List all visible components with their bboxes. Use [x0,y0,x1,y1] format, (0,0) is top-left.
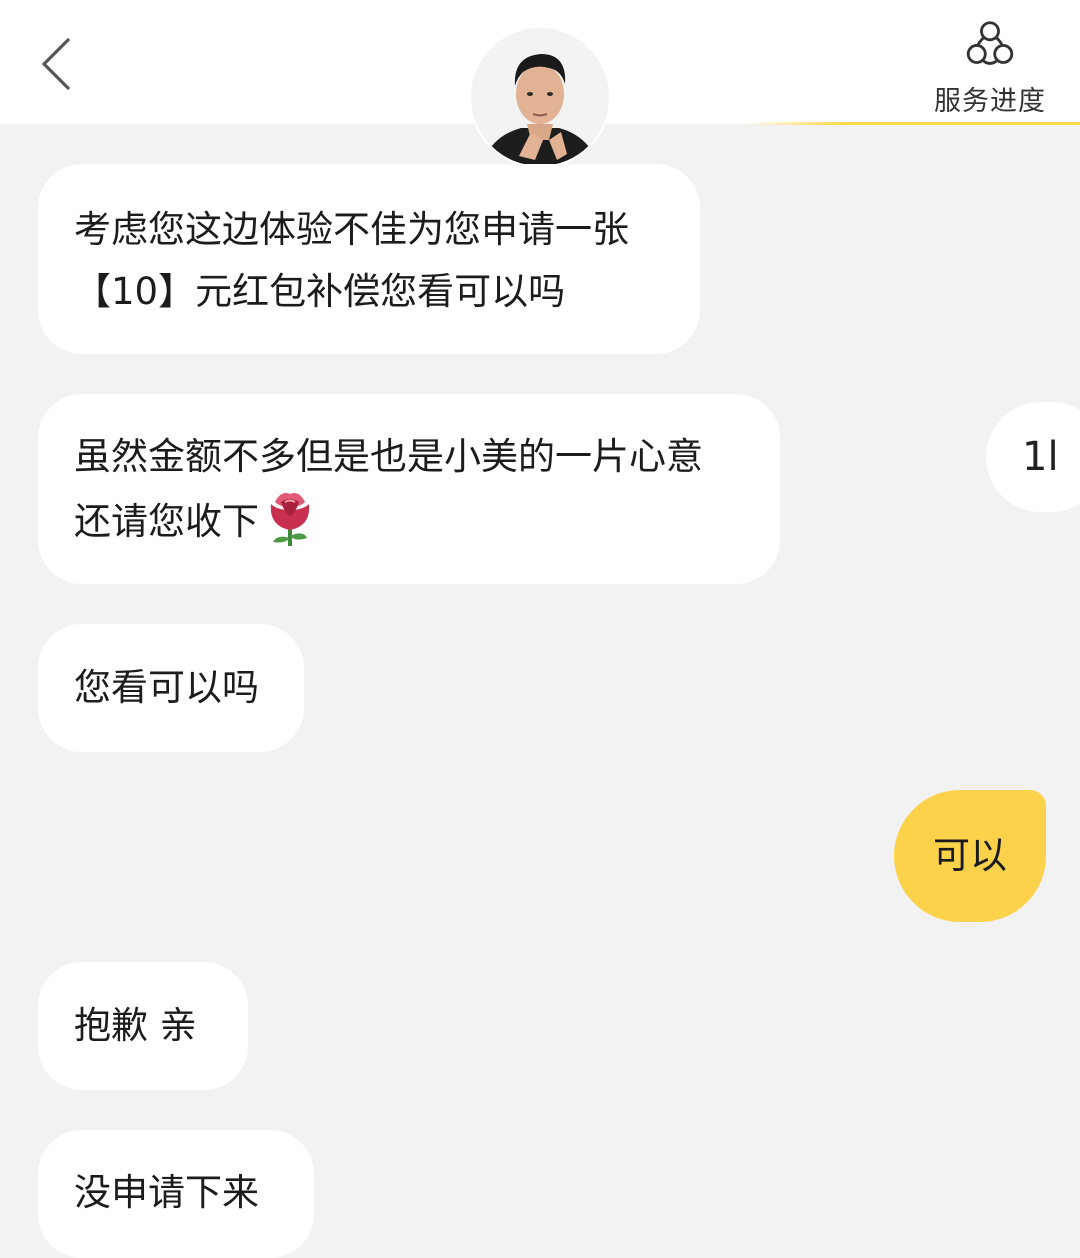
chevron-left-icon [42,38,70,90]
back-button[interactable] [28,32,84,96]
agent-message-bubble: 没申请下来 [38,1130,314,1258]
agent-message-bubble: 考虑您这边体验不佳为您申请一张 【10】元红包补偿您看可以吗 [38,164,700,354]
side-floating-chip[interactable]: 1l [986,402,1080,512]
user-message-bubble: 可以 [894,790,1046,922]
message-text: 可以 [933,834,1007,877]
agent-message-bubble: 虽然金额不多但是也是小美的一片心意 还请您收下 [38,394,780,584]
message-text: 没申请下来 [74,1171,259,1214]
rose-emoji-icon [270,493,310,546]
agent-message-bubble: 您看可以吗 [38,624,304,752]
message-text: 【10】元红包补偿您看可以吗 [74,270,566,313]
message-text: 还请您收下 [74,500,259,543]
service-progress-label: 服务进度 [934,86,1046,117]
agent-avatar[interactable] [471,28,609,166]
agent-avatar-image [471,28,609,166]
message-text: 抱歉 亲 [74,1004,197,1047]
side-chip-text: 1l [1022,434,1059,480]
agent-message-bubble: 抱歉 亲 [38,962,248,1090]
service-progress-icon [966,21,1014,65]
header-accent-line [745,122,1080,125]
service-progress-button[interactable]: 服务进度 [920,14,1060,118]
message-text: 虽然金额不多但是也是小美的一片心意 [74,435,703,478]
message-text: 您看可以吗 [74,666,259,709]
message-text: 考虑您这边体验不佳为您申请一张 [74,208,629,251]
